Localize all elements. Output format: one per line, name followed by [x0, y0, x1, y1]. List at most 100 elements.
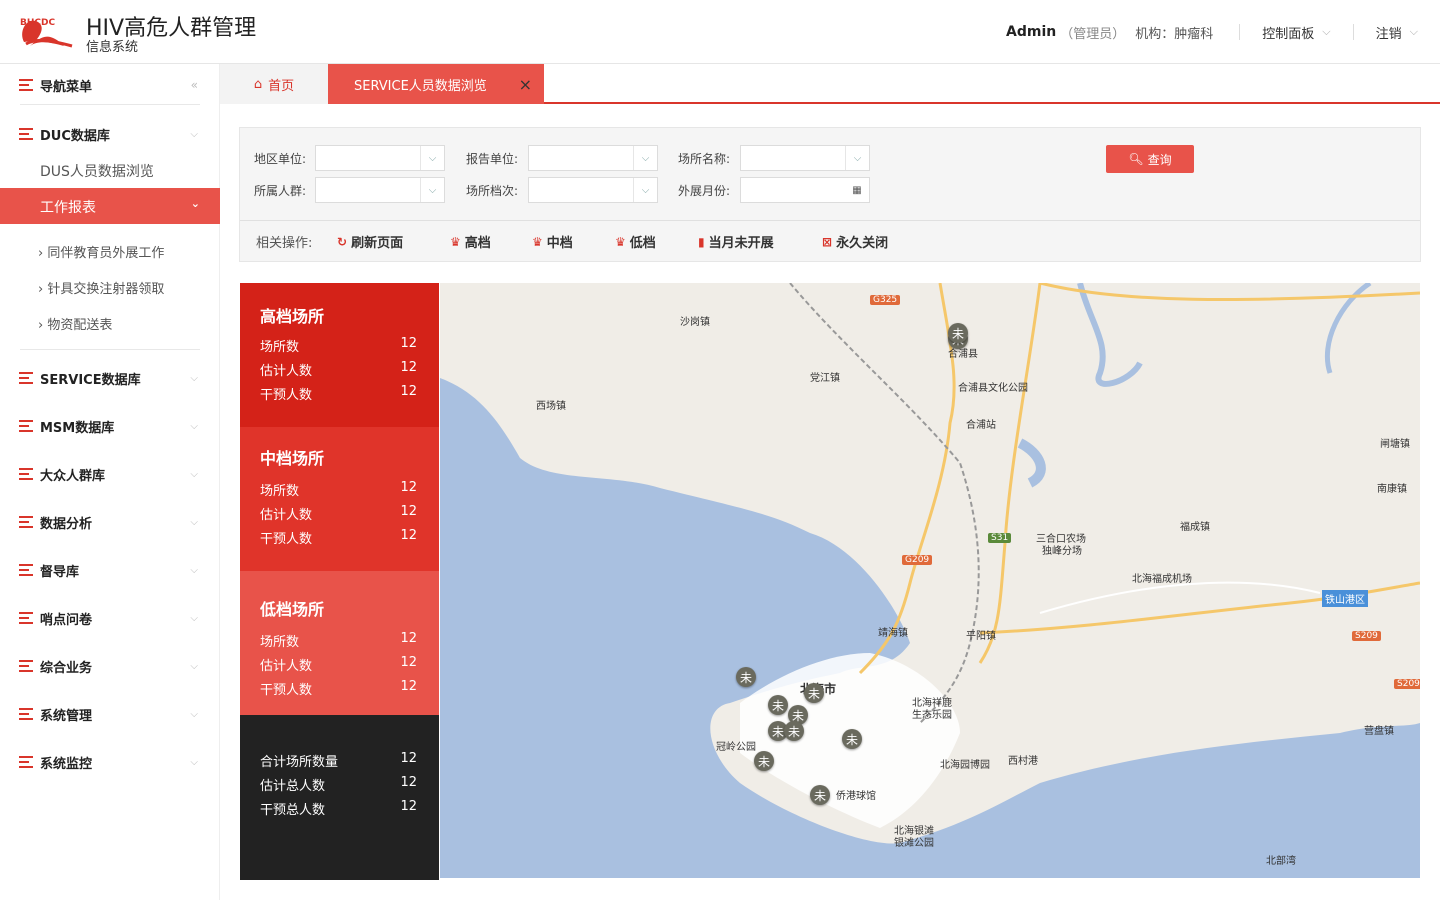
sidebar-group-item[interactable]: 系统管理 ⌵ — [0, 694, 220, 734]
op-label: 高档 — [464, 236, 491, 251]
bookmark-icon: ▮ — [698, 234, 705, 249]
logo-text: BHCDC — [20, 18, 56, 28]
tab-home[interactable]: ⌂ 首页 — [220, 64, 328, 104]
venue-name-select[interactable]: ⌵ — [740, 145, 870, 171]
map-label: 南康镇 — [1377, 484, 1407, 495]
sidebar: 导航菜单 « DUC数据库 ⌵ DUS人员数据浏览 工作报表 ⌄ › 同伴教育员… — [0, 64, 220, 900]
report-unit-select[interactable]: ⌵ — [528, 145, 658, 171]
sidebar-label: 系统管理 — [40, 708, 93, 724]
chevron-down-icon: ⌄ — [190, 197, 200, 210]
sidebar-nav-menu[interactable]: 导航菜单 « — [0, 65, 220, 105]
sidebar-group-item[interactable]: MSM数据库 ⌵ — [0, 406, 220, 446]
sidebar-label: SERVICE数据库 — [40, 372, 141, 388]
stat-value: 12 — [400, 480, 417, 495]
sidebar-group-item[interactable]: SERVICE数据库 ⌵ — [0, 358, 220, 398]
logout-dropdown[interactable]: 注销 ⌵ — [1354, 23, 1440, 42]
stat-value: 12 — [400, 384, 417, 399]
venue-marker[interactable]: 未 — [768, 695, 788, 715]
menu-icon — [19, 756, 33, 768]
sidebar-label: 哨点问卷 — [40, 612, 93, 628]
chevron-down-icon: ⌵ — [190, 128, 198, 140]
sidebar-group-item[interactable]: 数据分析 ⌵ — [0, 502, 220, 542]
map-label: 银滩公园 — [894, 838, 934, 849]
venue-grade-select[interactable]: ⌵ — [528, 177, 658, 203]
tab-bar: ⌂ 首页 SERVICE人员数据浏览 × — [220, 64, 1440, 104]
high-grade-button[interactable]: ♛ 高档 — [450, 232, 491, 252]
venue-marker[interactable]: 未 — [804, 683, 824, 703]
sidebar-subitem[interactable]: › 同伴教育员外展工作 — [38, 242, 164, 261]
close-icon[interactable]: × — [519, 75, 532, 94]
top-header: BHCDC HIV高危人群管理 信息系统 Admin （管理员） 机构：肿瘤科 … — [0, 0, 1440, 64]
chevron-down-icon: ⌵ — [1322, 25, 1331, 38]
stat-value: 12 — [400, 504, 417, 519]
not-started-button[interactable]: ▮ 当月未开展 — [698, 232, 774, 252]
sidebar-item-duc[interactable]: DUC数据库 ⌵ — [0, 114, 220, 154]
stat-label: 估计总人数 — [260, 779, 326, 794]
sidebar-group-item[interactable]: 哨点问卷 ⌵ — [0, 598, 220, 638]
collapse-icon[interactable]: « — [191, 78, 198, 92]
sidebar-group-item[interactable]: 大众人群库 ⌵ — [0, 454, 220, 494]
month-label: 外展月份: — [678, 184, 731, 198]
tab-service-browse[interactable]: SERVICE人员数据浏览 × — [328, 64, 544, 104]
sidebar-subitem[interactable]: › 针具交换注射器领取 — [38, 278, 164, 297]
op-label: 刷新页面 — [351, 236, 404, 251]
map-label: 铁山港区 — [1322, 590, 1368, 607]
venue-marker[interactable]: 未 — [948, 323, 968, 343]
user-bar: Admin （管理员） 机构：肿瘤科 控制面板 ⌵ 注销 ⌵ — [1006, 0, 1440, 64]
close-permanently-button[interactable]: ⊠ 永久关闭 — [822, 232, 888, 252]
stat-label: 合计场所数量 — [260, 755, 339, 770]
chevron-down-icon: ⌵ — [190, 420, 198, 432]
venue-marker[interactable]: 未 — [736, 667, 756, 687]
sidebar-label: MSM数据库 — [40, 420, 115, 436]
venue-marker[interactable]: 未 — [784, 721, 804, 741]
chevron-down-icon: ⌵ — [420, 146, 444, 170]
venue-marker[interactable]: 未 — [842, 729, 862, 749]
stat-value: 12 — [400, 655, 417, 670]
map-label: 合浦站 — [966, 420, 996, 431]
venue-marker[interactable]: 未 — [754, 751, 774, 771]
stat-label: 场所数 — [260, 340, 300, 355]
menu-icon — [19, 468, 33, 480]
month-input[interactable]: ▦ — [740, 177, 870, 203]
stat-row: 估计人数 12 — [260, 655, 417, 674]
crown-icon: ♛ — [615, 234, 626, 249]
refresh-button[interactable]: ↻ 刷新页面 — [337, 232, 404, 252]
stat-value: 12 — [400, 799, 417, 814]
sidebar-group-item[interactable]: 系统监控 ⌵ — [0, 742, 220, 782]
stat-label: 估计人数 — [260, 364, 313, 379]
sidebar-item-dus[interactable]: DUS人员数据浏览 — [40, 161, 154, 181]
query-button[interactable]: 🔍︎ 查询 — [1106, 145, 1194, 173]
stat-value: 12 — [400, 360, 417, 375]
total-block: 合计场所数量 12 估计总人数 12 干预总人数 12 — [240, 715, 439, 880]
low-grade-button[interactable]: ♛ 低档 — [615, 232, 656, 252]
sidebar-subitem[interactable]: › 物资配送表 — [38, 314, 112, 333]
map-label: 靖海镇 — [878, 628, 908, 639]
map-label: 北海园博园 — [940, 760, 990, 771]
map-label: 党江镇 — [810, 373, 840, 384]
population-select[interactable]: ⌵ — [315, 177, 445, 203]
block-title: 高档场所 — [260, 307, 325, 326]
user-role: （管理员） — [1060, 26, 1126, 42]
road-shield: G325 — [870, 295, 901, 305]
chevron-down-icon: ⌵ — [633, 178, 657, 202]
stat-label: 场所数 — [260, 635, 300, 650]
map-canvas[interactable] — [440, 283, 1420, 878]
stat-row: 干预总人数 12 — [260, 799, 417, 818]
sidebar-item-work-report[interactable]: 工作报表 ⌄ — [0, 188, 220, 224]
calendar-icon: ▦ — [852, 184, 862, 196]
menu-icon — [19, 420, 33, 432]
op-label: 当月未开展 — [708, 236, 774, 251]
sidebar-group-item[interactable]: 综合业务 ⌵ — [0, 646, 220, 686]
venue-grade-label: 场所档次: — [466, 184, 519, 198]
mid-grade-block: 中档场所 场所数 12 估计人数 12 干预人数 12 — [240, 427, 439, 571]
dashboard-dropdown[interactable]: 控制面板 ⌵ — [1240, 23, 1352, 42]
menu-icon — [19, 660, 33, 672]
region-select[interactable]: ⌵ — [315, 145, 445, 171]
chevron-down-icon: ⌵ — [190, 564, 198, 576]
venue-marker[interactable]: 未 — [810, 785, 830, 805]
mid-grade-button[interactable]: ♛ 中档 — [532, 232, 573, 252]
chevron-down-icon: ⌵ — [190, 372, 198, 384]
sidebar-group-item[interactable]: 督导库 ⌵ — [0, 550, 220, 590]
road-shield: S209 — [1352, 631, 1381, 641]
venue-map[interactable]: 沙岗镇 合浦县 党江镇 西场镇 合浦县文化公园 合浦站 三合口农场 独峰分场 福成镇 北海福成机场… — [440, 283, 1420, 878]
